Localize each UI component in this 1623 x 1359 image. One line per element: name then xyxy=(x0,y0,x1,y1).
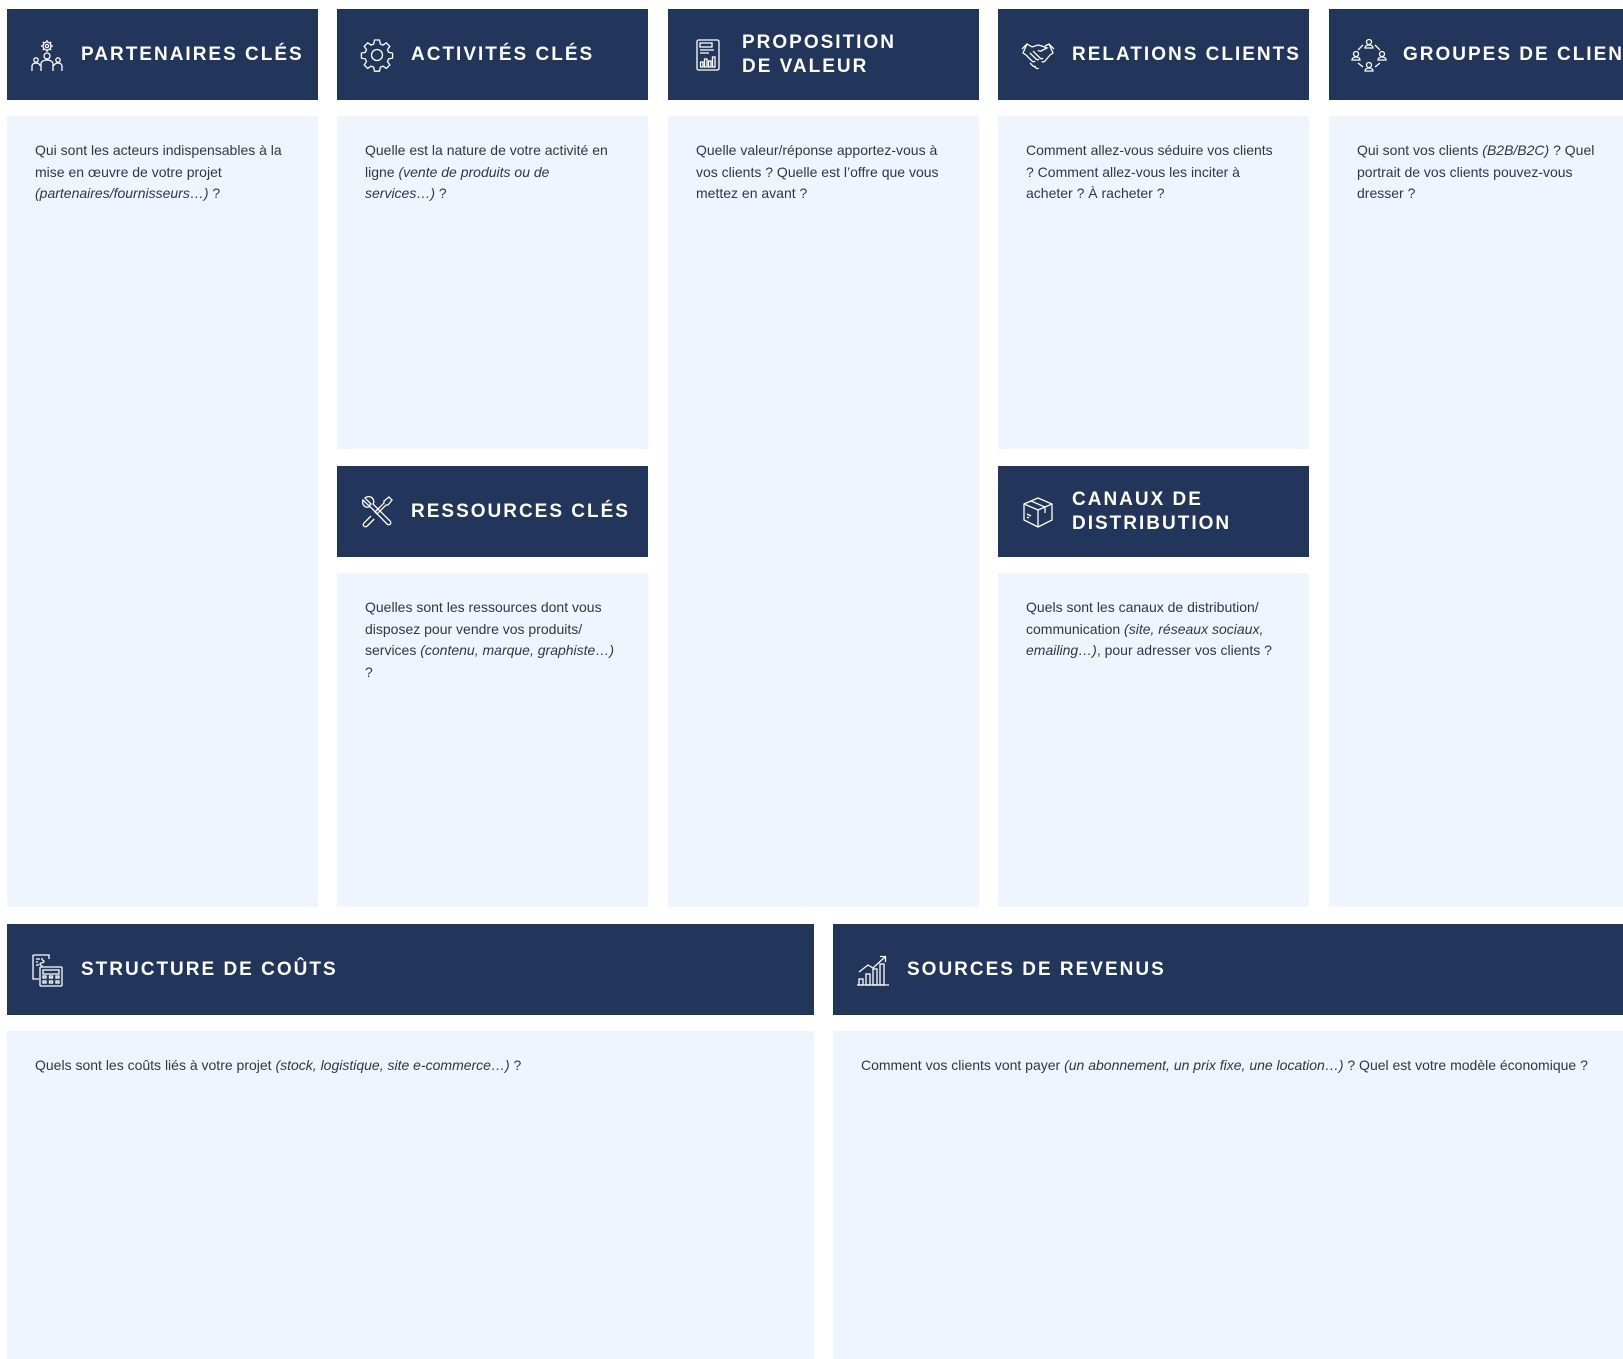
partners-icon xyxy=(29,37,65,73)
couts-title: STRUCTURE DE COÛTS xyxy=(81,958,338,980)
partenaires-title: PARTENAIRES CLÉS xyxy=(81,43,304,65)
partenaires-prompt: Qui sont les acteurs indispensables à la… xyxy=(35,142,282,180)
revenus-prompt-examples: (un abonnement, un prix fixe, une locati… xyxy=(1064,1057,1344,1073)
relations-title: RELATIONS CLIENTS xyxy=(1072,43,1301,65)
activites-title: ACTIVITÉS CLÉS xyxy=(411,43,595,65)
proposition-prompt: Quelle valeur/réponse apportez-vous à vo… xyxy=(696,142,939,201)
canaux-header: CANAUX DE DISTRIBUTION xyxy=(998,466,1309,557)
proposition-title: PROPOSITION DE VALEUR xyxy=(742,31,971,79)
canaux-title-line1: CANAUX DE xyxy=(1072,488,1203,510)
partenaires-card: Qui sont les acteurs indispensables à la… xyxy=(7,116,318,907)
revenus-title: SOURCES DE REVENUS xyxy=(907,958,1166,980)
groupes-prompt: Qui sont vos clients xyxy=(1357,142,1483,158)
proposition-title-line1: PROPOSITION xyxy=(742,31,896,53)
ressources-prompt-end: ? xyxy=(365,663,373,680)
proposition-header: PROPOSITION DE VALEUR xyxy=(668,9,979,100)
revenus-prompt-end: ? Quel est votre modèle économique ? xyxy=(1343,1057,1588,1073)
partenaires-prompt-end: ? xyxy=(208,185,221,201)
groupes-header: GROUPES DE CLIENTS xyxy=(1329,9,1623,100)
couts-card: Quels sont les coûts liés à votre projet… xyxy=(7,1031,814,1359)
groupes-prompt-examples: (B2B/B2C) xyxy=(1482,142,1550,158)
handshake-icon xyxy=(1020,37,1056,73)
canaux-card: Quels sont les canaux de distribution/ c… xyxy=(998,573,1309,907)
couts-prompt: Quels sont les coûts liés à votre projet xyxy=(35,1057,276,1073)
relations-header: RELATIONS CLIENTS xyxy=(998,9,1309,100)
gear-icon xyxy=(359,37,395,73)
partenaires-header: PARTENAIRES CLÉS xyxy=(7,9,318,100)
couts-prompt-examples: (stock, logistique, site e-commerce…) xyxy=(275,1057,510,1073)
growth-chart-icon xyxy=(855,952,891,988)
ressources-header: RESSOURCES CLÉS xyxy=(337,466,648,557)
activites-header: ACTIVITÉS CLÉS xyxy=(337,9,648,100)
document-chart-icon xyxy=(690,37,726,73)
calculator-icon xyxy=(29,952,65,988)
revenus-prompt: Comment vos clients vont payer xyxy=(861,1057,1065,1073)
box-icon xyxy=(1020,494,1056,530)
canaux-title: CANAUX DE DISTRIBUTION xyxy=(1072,488,1301,536)
customer-network-icon xyxy=(1351,37,1387,73)
couts-header: STRUCTURE DE COÛTS xyxy=(7,924,814,1015)
tools-icon xyxy=(359,494,395,530)
groupes-title: GROUPES DE CLIENTS xyxy=(1403,43,1623,65)
activites-prompt-end: ? xyxy=(435,185,447,201)
relations-card: Comment allez-vous séduire vos clients ?… xyxy=(998,116,1309,449)
activites-card: Quelle est la nature de votre activité e… xyxy=(337,116,648,449)
ressources-prompt-examples: (contenu, marque, graphiste…) xyxy=(420,642,614,658)
canaux-prompt-end: , pour adresser vos clients ? xyxy=(1096,642,1272,658)
proposition-card: Quelle valeur/réponse apportez-vous à vo… xyxy=(668,116,979,907)
ressources-title: RESSOURCES CLÉS xyxy=(411,500,630,522)
relations-prompt: Comment allez-vous séduire vos clients ?… xyxy=(1026,142,1273,201)
proposition-title-line2: DE VALEUR xyxy=(742,55,869,77)
ressources-card: Quelles sont les ressources dont vous di… xyxy=(337,573,648,907)
partenaires-prompt-examples: (partenaires/fournisseurs…) xyxy=(35,185,209,201)
couts-prompt-end: ? xyxy=(509,1057,522,1073)
revenus-header: SOURCES DE REVENUS xyxy=(833,924,1623,1015)
groupes-card: Qui sont vos clients (B2B/B2C) ? Quel po… xyxy=(1329,116,1623,907)
revenus-card: Comment vos clients vont payer (un abonn… xyxy=(833,1031,1623,1359)
canaux-title-line2: DISTRIBUTION xyxy=(1072,512,1232,534)
